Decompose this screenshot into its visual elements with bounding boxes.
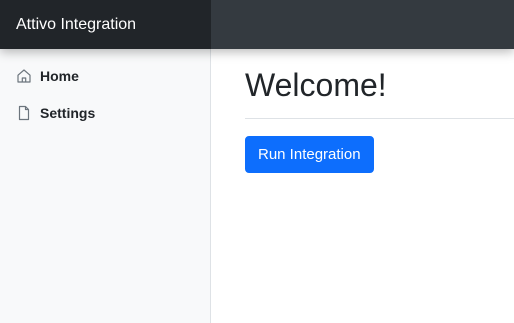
- navbar-brand[interactable]: Attivo Integration: [0, 0, 211, 49]
- sidebar-item-settings[interactable]: Settings: [16, 101, 95, 125]
- sidebar: Home Settings: [0, 49, 211, 323]
- page-title: Welcome!: [245, 67, 387, 103]
- divider: [245, 118, 514, 119]
- sidebar-item-label: Settings: [40, 105, 96, 121]
- sidebar-item-label: Home: [40, 68, 79, 84]
- file-icon: [16, 105, 32, 121]
- top-navbar: Attivo Integration: [0, 0, 514, 49]
- main-content: Welcome! Run Integration: [211, 49, 514, 323]
- home-icon: [16, 68, 32, 84]
- run-integration-button[interactable]: Run Integration: [245, 136, 374, 173]
- sidebar-item-home[interactable]: Home: [16, 64, 79, 88]
